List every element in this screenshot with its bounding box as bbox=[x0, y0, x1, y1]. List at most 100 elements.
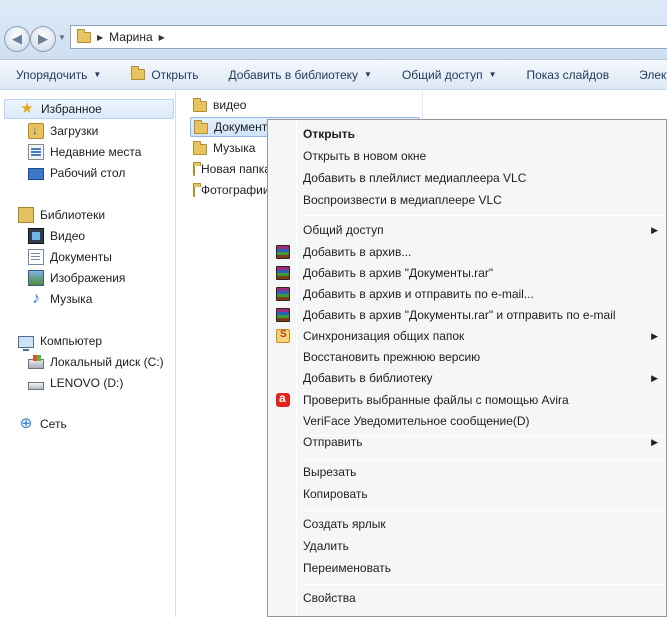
nav-computer-label: Компьютер bbox=[40, 334, 103, 348]
recent-pages-dropdown[interactable]: ▼ bbox=[58, 33, 66, 42]
menu-item-restore-version[interactable]: Восстановить прежнюю версию bbox=[270, 346, 666, 368]
menu-item-add-archive[interactable]: Добавить в архив... bbox=[270, 241, 666, 263]
menu-label: Копировать bbox=[303, 487, 368, 501]
system-drive-icon bbox=[28, 355, 44, 369]
menu-label: Вырезать bbox=[303, 465, 357, 479]
menu-item-avira-scan[interactable]: Проверить выбранные файлы с помощью Avir… bbox=[270, 389, 666, 411]
nav-videos[interactable]: Видео bbox=[28, 226, 85, 246]
folder-icon bbox=[193, 162, 201, 176]
menu-label: Добавить в архив... bbox=[303, 245, 412, 259]
menu-label: Добавить в плейлист медиаплеера VLC bbox=[303, 171, 527, 185]
column-divider bbox=[422, 91, 423, 121]
breadcrumb-chevron-icon[interactable]: ▶ bbox=[97, 33, 103, 42]
arrow-left-icon: ◀ bbox=[12, 31, 22, 46]
menu-label: Добавить в библиотеку bbox=[303, 371, 433, 385]
file-item[interactable]: Фотографии bbox=[193, 180, 267, 200]
computer-icon bbox=[18, 335, 34, 351]
submenu-arrow-icon: ▶ bbox=[651, 372, 658, 383]
nav-desktop-label: Рабочий стол bbox=[50, 166, 126, 180]
email-button[interactable]: Элект bbox=[623, 68, 667, 82]
video-library-icon bbox=[28, 228, 44, 244]
nav-pictures-label: Изображения bbox=[50, 271, 126, 285]
recent-places-icon bbox=[28, 144, 44, 160]
menu-label: Открыть в новом окне bbox=[303, 149, 427, 163]
menu-item-delete[interactable]: Удалить bbox=[270, 535, 666, 557]
nav-desktop[interactable]: Рабочий стол bbox=[28, 163, 125, 183]
pictures-library-icon bbox=[28, 270, 44, 286]
nav-local-disk[interactable]: Локальный диск (C:) bbox=[28, 352, 164, 372]
slideshow-button[interactable]: Показ слайдов bbox=[510, 68, 623, 82]
folder-icon bbox=[193, 183, 201, 197]
nav-recent-places[interactable]: Недавние места bbox=[28, 142, 141, 162]
nav-lenovo-drive[interactable]: LENOVO (D:) bbox=[28, 373, 123, 393]
menu-separator bbox=[300, 510, 664, 511]
file-name: Фотографии bbox=[201, 183, 267, 197]
menu-item-veriface[interactable]: VeriFace Уведомительное сообщение(D) bbox=[270, 410, 666, 432]
submenu-arrow-icon: ▶ bbox=[651, 436, 658, 447]
desktop-icon bbox=[28, 168, 44, 180]
organize-label: Упорядочить bbox=[16, 67, 88, 82]
add-to-library-button[interactable]: Добавить в библиотеку ▼ bbox=[212, 68, 385, 82]
menu-item-add-archive-named-email[interactable]: Добавить в архив "Документы.rar" и отпра… bbox=[270, 304, 666, 326]
menu-item-send-to[interactable]: Отправить ▶ bbox=[270, 431, 666, 453]
submenu-arrow-icon: ▶ bbox=[651, 224, 658, 235]
open-label: Открыть bbox=[151, 67, 199, 82]
nav-documents-label: Документы bbox=[50, 250, 112, 264]
menu-item-vlc-playlist[interactable]: Добавить в плейлист медиаплеера VLC bbox=[270, 167, 666, 189]
winrar-icon bbox=[276, 245, 290, 259]
menu-separator bbox=[300, 584, 664, 585]
add-to-library-label: Добавить в библиотеку bbox=[228, 67, 359, 82]
breadcrumb-item[interactable]: Марина bbox=[109, 30, 152, 44]
menu-item-copy[interactable]: Копировать bbox=[270, 483, 666, 505]
folder-icon bbox=[193, 98, 207, 112]
nav-local-disk-label: Локальный диск (C:) bbox=[50, 355, 164, 369]
address-bar[interactable]: ▶ Марина ▶ bbox=[70, 25, 667, 49]
nav-documents[interactable]: Документы bbox=[28, 247, 112, 267]
menu-item-properties[interactable]: Свойства bbox=[270, 587, 666, 609]
slideshow-label: Показ слайдов bbox=[526, 67, 610, 82]
menu-label: Создать ярлык bbox=[303, 517, 386, 531]
share-button[interactable]: Общий доступ ▼ bbox=[386, 68, 511, 82]
open-folder-icon bbox=[131, 66, 146, 80]
nav-favorites[interactable]: ★ Избранное bbox=[4, 99, 174, 119]
nav-libraries[interactable]: Библиотеки bbox=[18, 205, 105, 225]
file-item[interactable]: Новая папка bbox=[193, 159, 267, 179]
organize-button[interactable]: Упорядочить ▼ bbox=[0, 68, 115, 82]
menu-item-sync[interactable]: Синхронизация общих папок ▶ bbox=[270, 325, 666, 347]
menu-item-vlc-play[interactable]: Воспроизвести в медиаплеере VLC bbox=[270, 189, 666, 211]
menu-item-share[interactable]: Общий доступ ▶ bbox=[270, 219, 666, 241]
drive-icon bbox=[28, 381, 44, 390]
menu-item-rename[interactable]: Переименовать bbox=[270, 557, 666, 579]
back-button[interactable]: ◀ bbox=[4, 26, 30, 52]
menu-label: Добавить в архив "Документы.rar" и отпра… bbox=[303, 308, 616, 322]
menu-item-create-shortcut[interactable]: Создать ярлык bbox=[270, 513, 666, 535]
menu-item-add-archive-named[interactable]: Добавить в архив "Документы.rar" bbox=[270, 262, 666, 284]
nav-computer[interactable]: Компьютер bbox=[18, 331, 102, 351]
caret-down-icon: ▼ bbox=[364, 70, 372, 79]
menu-label: Воспроизвести в медиаплеере VLC bbox=[303, 193, 502, 207]
open-button[interactable]: Открыть bbox=[115, 66, 212, 82]
nav-videos-label: Видео bbox=[50, 229, 86, 243]
file-item[interactable]: Музыка bbox=[193, 138, 267, 158]
libraries-icon bbox=[18, 207, 34, 223]
menu-label: Восстановить прежнюю версию bbox=[303, 350, 481, 364]
nav-network[interactable]: ⊕ Сеть bbox=[18, 414, 67, 434]
file-name: видео bbox=[213, 98, 247, 112]
nav-downloads[interactable]: Загрузки bbox=[28, 121, 98, 141]
submenu-arrow-icon: ▶ bbox=[651, 330, 658, 341]
sync-icon bbox=[276, 329, 290, 343]
menu-item-add-archive-email[interactable]: Добавить в архив и отправить по e-mail..… bbox=[270, 283, 666, 305]
caret-down-icon: ▼ bbox=[488, 70, 497, 79]
email-label: Элект bbox=[639, 67, 667, 82]
file-item[interactable]: видео bbox=[193, 95, 273, 115]
menu-item-open-new-window[interactable]: Открыть в новом окне bbox=[270, 145, 666, 167]
menu-item-open[interactable]: Открыть bbox=[270, 123, 666, 145]
menu-item-cut[interactable]: Вырезать bbox=[270, 461, 666, 483]
forward-button[interactable]: ▶ bbox=[30, 26, 56, 52]
breadcrumb-chevron-icon[interactable]: ▶ bbox=[159, 33, 165, 42]
menu-item-add-to-library[interactable]: Добавить в библиотеку ▶ bbox=[270, 367, 666, 389]
nav-pictures[interactable]: Изображения bbox=[28, 268, 125, 288]
file-name: Новая папка bbox=[201, 162, 267, 176]
share-label: Общий доступ bbox=[401, 67, 483, 82]
nav-music[interactable]: ♪ Музыка bbox=[28, 289, 92, 309]
